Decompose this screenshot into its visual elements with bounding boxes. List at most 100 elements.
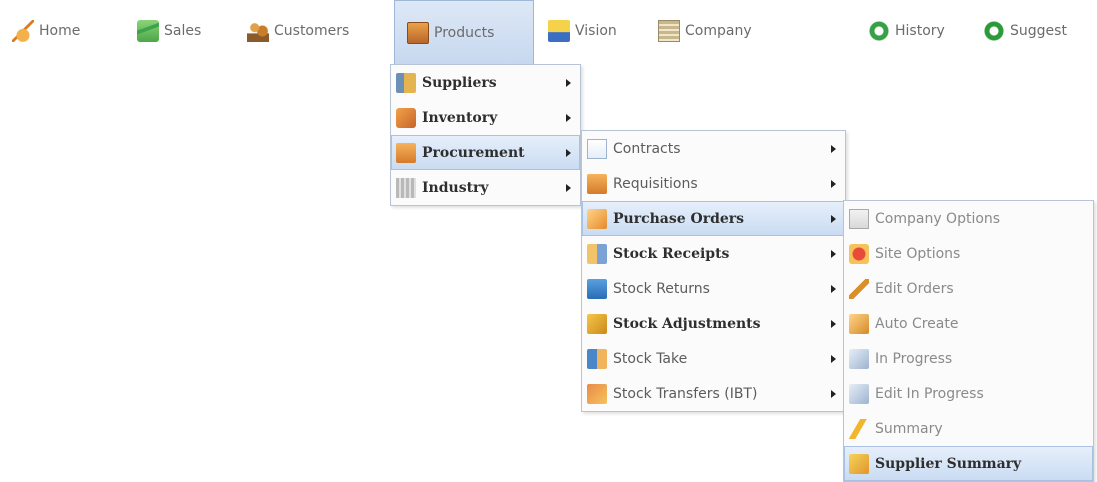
menu-item-label: Industry <box>422 179 489 196</box>
submenu-arrow-icon <box>831 389 836 398</box>
menu-item-label: Purchase Orders <box>613 210 745 227</box>
supplier-summary-icon <box>849 453 869 474</box>
menu-item-label: Inventory <box>422 109 498 126</box>
menu-item-label: Stock Returns <box>613 280 710 297</box>
menu-item-suppliers[interactable]: Suppliers <box>391 65 580 100</box>
nav-sales-label: Sales <box>164 23 202 39</box>
menu-item-label: Edit Orders <box>875 280 954 297</box>
stock-transfers-icon <box>587 383 607 404</box>
menu-item-label: Auto Create <box>875 315 959 332</box>
nav-products-label: Products <box>434 24 495 41</box>
vision-icon <box>548 20 570 42</box>
menu-item-requisitions[interactable]: Requisitions <box>582 166 845 201</box>
sales-chart-icon <box>137 20 159 42</box>
menu-item-purchase-orders[interactable]: Purchase Orders <box>582 201 845 236</box>
submenu-arrow-icon <box>566 183 571 192</box>
menu-item-stock-receipts[interactable]: Stock Receipts <box>582 236 845 271</box>
menu-item-in-progress[interactable]: In Progress <box>844 341 1093 376</box>
menu-item-summary[interactable]: Summary <box>844 411 1093 446</box>
nav-customers[interactable]: Customers <box>247 14 349 48</box>
menu-item-industry[interactable]: Industry <box>391 170 580 205</box>
submenu-arrow-icon <box>831 319 836 328</box>
edit-in-progress-icon <box>849 383 869 404</box>
menu-item-label: Requisitions <box>613 175 698 192</box>
menu-item-edit-in-progress[interactable]: Edit In Progress <box>844 376 1093 411</box>
menu-item-label: Procurement <box>422 144 525 161</box>
menu-item-label: Company Options <box>875 210 1001 227</box>
menu-item-stock-adjustments[interactable]: Stock Adjustments <box>582 306 845 341</box>
menu-item-label: Contracts <box>613 140 681 157</box>
menu-item-label: In Progress <box>875 350 953 367</box>
nav-history-label: History <box>895 23 945 39</box>
products-icon <box>407 21 429 44</box>
stock-receipts-icon <box>587 243 607 264</box>
submenu-arrow-icon <box>831 179 836 188</box>
nav-company[interactable]: Company <box>658 14 752 48</box>
submenu-arrow-icon <box>831 284 836 293</box>
site-options-icon <box>849 243 869 264</box>
customers-icon <box>247 20 269 42</box>
nav-vision[interactable]: Vision <box>548 14 617 48</box>
stock-adjustments-icon <box>587 313 607 334</box>
submenu-arrow-icon <box>566 148 571 157</box>
submenu-arrow-icon <box>831 249 836 258</box>
menu-item-supplier-summary[interactable]: Supplier Summary <box>844 446 1093 481</box>
summary-lightning-icon <box>849 418 869 439</box>
stock-take-icon <box>587 348 607 369</box>
purchase-orders-submenu: Company Options Site Options Edit Orders… <box>843 200 1094 482</box>
company-options-icon <box>849 208 869 229</box>
nav-customers-label: Customers <box>274 23 350 39</box>
history-icon <box>868 20 890 42</box>
submenu-arrow-icon <box>566 78 571 87</box>
submenu-arrow-icon <box>831 354 836 363</box>
menu-item-label: Stock Adjustments <box>613 315 761 332</box>
products-dropdown-menu: Suppliers Inventory Procurement Industry <box>390 64 581 206</box>
nav-home[interactable]: Home <box>12 14 80 48</box>
nav-company-label: Company <box>685 23 752 39</box>
stock-returns-icon <box>587 278 607 299</box>
company-icon <box>658 20 680 42</box>
menu-item-label: Stock Take <box>613 350 688 367</box>
menu-item-site-options[interactable]: Site Options <box>844 236 1093 271</box>
top-navigation-bar: Home Sales Customers Products Vision Com… <box>0 0 1097 64</box>
menu-item-label: Site Options <box>875 245 961 262</box>
menu-item-label: Stock Receipts <box>613 245 730 262</box>
menu-item-stock-transfers[interactable]: Stock Transfers (IBT) <box>582 376 845 411</box>
menu-item-procurement[interactable]: Procurement <box>391 135 580 170</box>
menu-item-stock-returns[interactable]: Stock Returns <box>582 271 845 306</box>
purchase-orders-icon <box>587 208 607 229</box>
nav-history[interactable]: History <box>868 14 945 48</box>
industry-icon <box>396 177 416 198</box>
menu-item-label: Edit In Progress <box>875 385 984 402</box>
inventory-icon <box>396 107 416 128</box>
menu-item-label: Supplier Summary <box>875 455 1022 472</box>
nav-products[interactable]: Products <box>394 0 534 64</box>
in-progress-icon <box>849 348 869 369</box>
nav-sales[interactable]: Sales <box>137 14 201 48</box>
nav-vision-label: Vision <box>575 23 617 39</box>
submenu-arrow-icon <box>831 144 836 153</box>
menu-item-company-options[interactable]: Company Options <box>844 201 1093 236</box>
menu-item-auto-create[interactable]: Auto Create <box>844 306 1093 341</box>
edit-pencil-icon <box>849 278 869 299</box>
menu-item-label: Summary <box>875 420 943 437</box>
nav-home-label: Home <box>39 23 81 39</box>
contracts-icon <box>587 138 607 159</box>
submenu-arrow-icon <box>566 113 571 122</box>
suppliers-icon <box>396 72 416 93</box>
procurement-icon <box>396 142 416 163</box>
submenu-arrow-icon <box>831 214 836 223</box>
menu-item-label: Stock Transfers (IBT) <box>613 385 758 402</box>
menu-item-contracts[interactable]: Contracts <box>582 131 845 166</box>
home-icon <box>12 20 34 42</box>
menu-item-label: Suppliers <box>422 74 497 91</box>
suggest-icon <box>983 20 1005 42</box>
nav-suggest-label: Suggest <box>1010 23 1067 39</box>
procurement-submenu: Contracts Requisitions Purchase Orders S… <box>581 130 846 412</box>
nav-suggest[interactable]: Suggest <box>983 14 1067 48</box>
requisitions-icon <box>587 173 607 194</box>
auto-create-icon <box>849 313 869 334</box>
menu-item-inventory[interactable]: Inventory <box>391 100 580 135</box>
menu-item-edit-orders[interactable]: Edit Orders <box>844 271 1093 306</box>
menu-item-stock-take[interactable]: Stock Take <box>582 341 845 376</box>
